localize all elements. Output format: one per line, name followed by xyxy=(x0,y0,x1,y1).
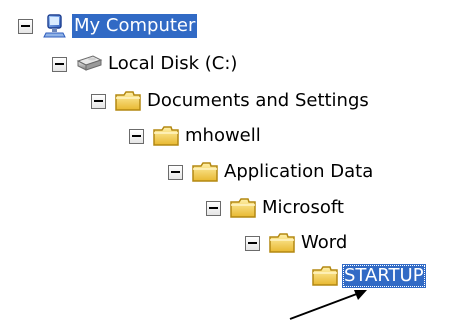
tree-item-label: My Computer xyxy=(72,14,198,38)
hard-drive-icon xyxy=(75,51,103,77)
folder-icon xyxy=(268,230,296,256)
tree-item-label: STARTUP xyxy=(342,264,426,288)
folder-icon xyxy=(229,195,257,221)
tree-item-microsoft[interactable]: Microsoft xyxy=(206,194,346,222)
collapse-toggle[interactable] xyxy=(206,200,221,216)
folder-tree: My Computer Local Disk (C:) Documents an… xyxy=(0,0,476,322)
computer-icon xyxy=(41,13,69,39)
collapse-toggle[interactable] xyxy=(18,18,33,34)
collapse-toggle[interactable] xyxy=(91,93,106,109)
tree-item-label: Microsoft xyxy=(262,197,344,218)
tree-item-label: Application Data xyxy=(224,161,374,182)
tree-item-label: Word xyxy=(301,232,348,253)
collapse-toggle[interactable] xyxy=(168,164,183,180)
tree-item-startup[interactable]: STARTUP xyxy=(311,262,426,290)
collapse-toggle[interactable] xyxy=(129,128,144,144)
tree-item-local-disk[interactable]: Local Disk (C:) xyxy=(52,50,239,78)
tree-item-label: Documents and Settings xyxy=(147,90,369,111)
tree-item-documents-and-settings[interactable]: Documents and Settings xyxy=(91,87,371,115)
tree-item-my-computer[interactable]: My Computer xyxy=(18,12,198,40)
tree-item-mhowell[interactable]: mhowell xyxy=(129,122,263,150)
tree-item-word[interactable]: Word xyxy=(245,229,349,257)
tree-item-label: Local Disk (C:) xyxy=(108,53,238,74)
tree-item-label: mhowell xyxy=(185,125,261,146)
folder-icon xyxy=(311,263,339,289)
folder-icon xyxy=(191,159,219,185)
folder-icon xyxy=(152,123,180,149)
tree-item-application-data[interactable]: Application Data xyxy=(168,158,375,186)
folder-icon xyxy=(114,88,142,114)
collapse-toggle[interactable] xyxy=(245,235,260,251)
collapse-toggle[interactable] xyxy=(52,56,67,72)
